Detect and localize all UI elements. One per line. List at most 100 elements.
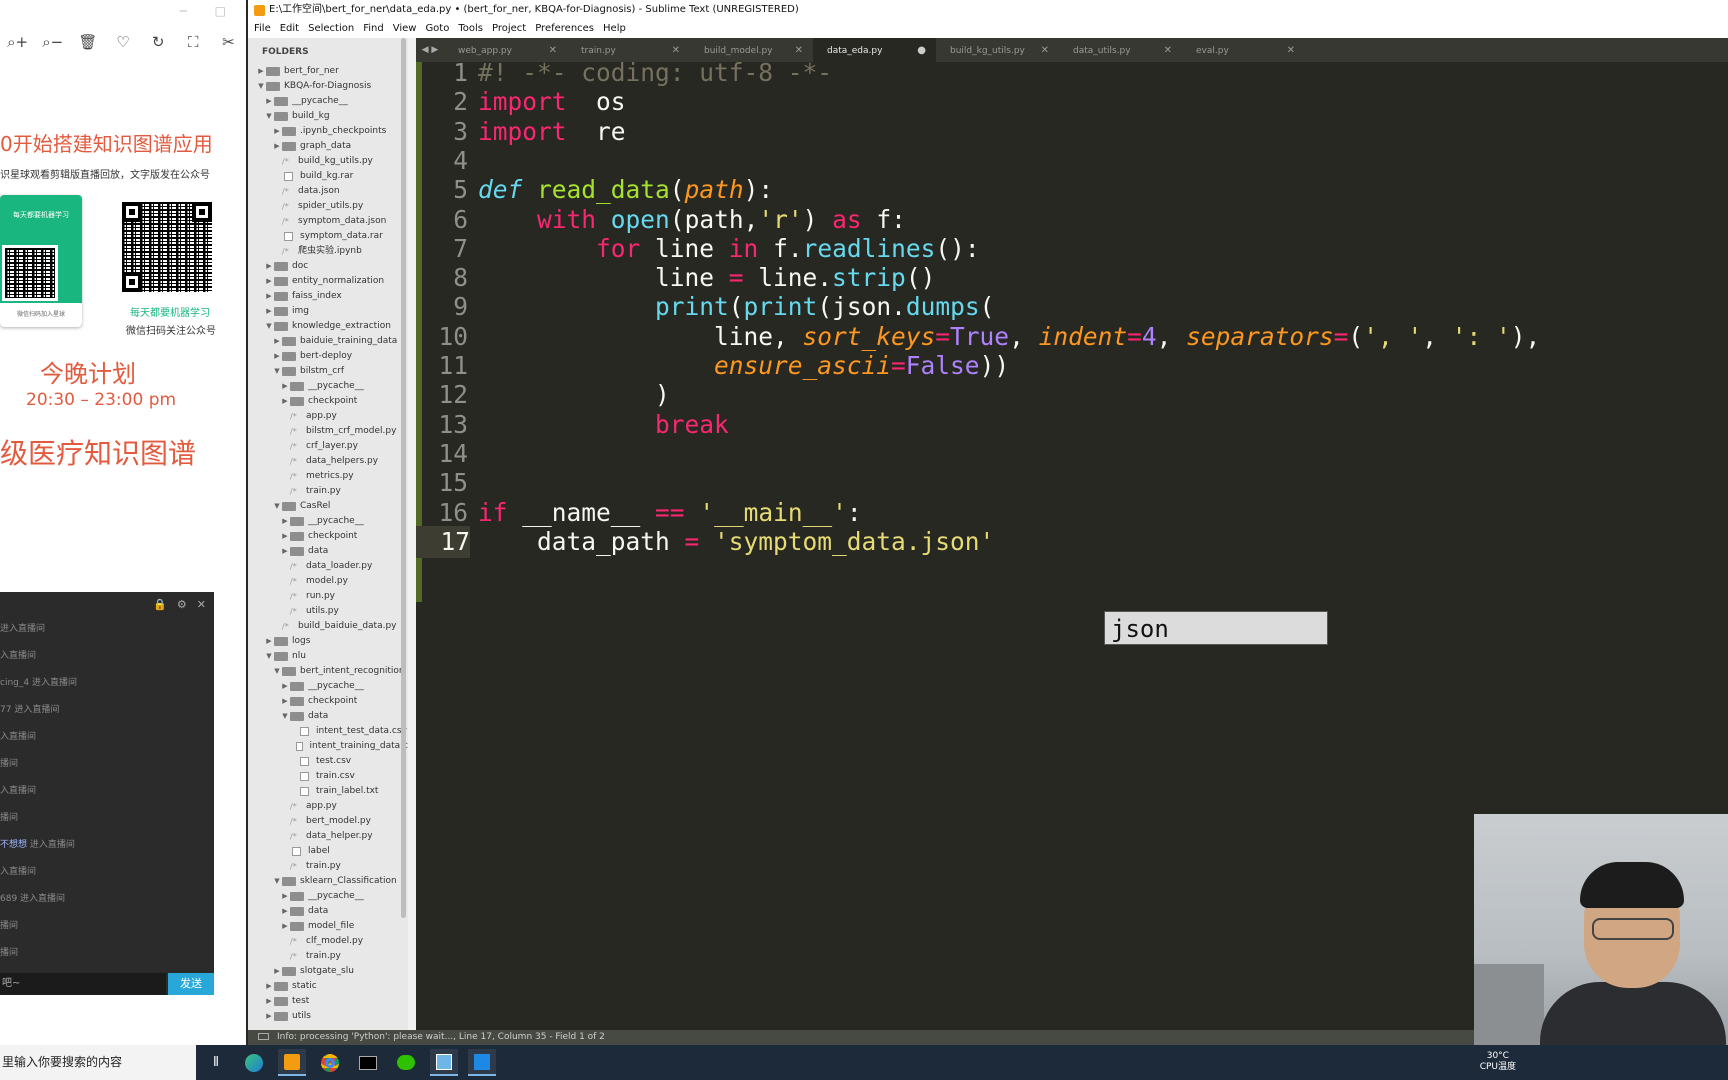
tree-file[interactable]: /* train.py <box>248 484 408 499</box>
task-view-icon[interactable]: ⫴ <box>202 1049 230 1076</box>
tree-file[interactable]: /* app.py <box>248 409 408 424</box>
tree-file[interactable]: /* metrics.py <box>248 469 408 484</box>
code-line[interactable]: 10 line, sort_keys=True, indent=4, separ… <box>416 321 1728 353</box>
chevron-right-icon[interactable]: ▶ <box>280 379 290 394</box>
tree-file[interactable]: test.csv <box>248 754 408 769</box>
terminal-icon[interactable] <box>354 1049 382 1076</box>
chevron-right-icon[interactable]: ▶ <box>272 964 282 979</box>
tree-folder[interactable]: ▶ checkpoint <box>248 694 408 709</box>
tree-folder[interactable]: ▶ bert-deploy <box>248 349 408 364</box>
chevron-right-icon[interactable]: ▶ <box>264 994 274 1009</box>
code-line[interactable]: 14 <box>416 438 1728 470</box>
sublime-text-taskbar-icon[interactable] <box>278 1049 306 1076</box>
menu-edit[interactable]: Edit <box>280 20 299 38</box>
code-line[interactable]: 1 #! -*- coding: utf-8 -*- <box>416 57 1728 89</box>
chevron-right-icon[interactable]: ▶ <box>264 259 274 274</box>
delete-icon[interactable]: 🗑 <box>70 33 105 51</box>
code-line[interactable]: 9 print(print(json.dumps( <box>416 291 1728 323</box>
tree-folder[interactable]: ▶ .ipynb_checkpoints <box>248 124 408 139</box>
chevron-right-icon[interactable]: ▶ <box>280 679 290 694</box>
tree-folder[interactable]: ▶ baiduie_training_data <box>248 334 408 349</box>
tree-file[interactable]: /* data_helper.py <box>248 829 408 844</box>
tree-file[interactable]: /* data_helpers.py <box>248 454 408 469</box>
panel-switcher-icon[interactable] <box>258 1033 269 1040</box>
tree-file[interactable]: build_kg.rar <box>248 169 408 184</box>
chevron-right-icon[interactable]: ▶ <box>280 919 290 934</box>
tree-file[interactable]: /* 爬虫实验.ipynb <box>248 244 408 259</box>
code-line[interactable]: 7 for line in f.readlines(): <box>416 233 1728 265</box>
close-icon[interactable]: ✕ <box>197 598 206 611</box>
tree-file[interactable]: /* train.py <box>248 859 408 874</box>
sidebar-scrollbar[interactable] <box>401 38 406 918</box>
tree-folder[interactable]: ▶ utils <box>248 1009 408 1024</box>
code-line[interactable]: 4 <box>416 145 1728 177</box>
tree-file[interactable]: /* bert_model.py <box>248 814 408 829</box>
tree-folder[interactable]: ▶ checkpoint <box>248 529 408 544</box>
tree-folder[interactable]: ▶ checkpoint <box>248 394 408 409</box>
tree-folder[interactable]: ▼ data <box>248 709 408 724</box>
tree-file[interactable]: intent_training_data.c <box>248 739 408 754</box>
tree-folder[interactable]: ▶ logs <box>248 634 408 649</box>
tree-folder[interactable]: ▼ sklearn_Classification <box>248 874 408 889</box>
chevron-down-icon[interactable]: ▼ <box>272 499 282 514</box>
chevron-right-icon[interactable]: ▶ <box>272 334 282 349</box>
tree-folder[interactable]: ▶ graph_data <box>248 139 408 154</box>
wechat-icon[interactable] <box>392 1049 420 1076</box>
code-line[interactable]: 2 import os <box>416 86 1728 118</box>
chevron-right-icon[interactable]: ▶ <box>264 94 274 109</box>
gear-icon[interactable]: ⚙ <box>177 598 187 611</box>
tree-folder[interactable]: ▶ bert_for_ner <box>248 64 408 79</box>
chat-input[interactable]: 吧~ <box>0 973 166 995</box>
tree-file[interactable]: /* model.py <box>248 574 408 589</box>
tree-folder[interactable]: ▼ knowledge_extraction <box>248 319 408 334</box>
zoom-out-icon[interactable]: ⌕− <box>35 33 70 51</box>
tree-file[interactable]: /* symptom_data.json <box>248 214 408 229</box>
chevron-right-icon[interactable]: ▶ <box>280 394 290 409</box>
chevron-right-icon[interactable]: ▶ <box>280 904 290 919</box>
chevron-right-icon[interactable]: ▶ <box>264 304 274 319</box>
menu-tools[interactable]: Tools <box>458 20 483 38</box>
chevron-right-icon[interactable]: ▶ <box>264 289 274 304</box>
code-line[interactable]: 15 <box>416 467 1728 499</box>
code-line[interactable]: 11 ensure_ascii=False)) <box>416 350 1728 382</box>
tree-folder[interactable]: ▶ faiss_index <box>248 289 408 304</box>
tree-folder[interactable]: ▶ entity_normalization <box>248 274 408 289</box>
code-line[interactable]: 16 if __name__ == '__main__': <box>416 497 1728 529</box>
tree-folder[interactable]: ▼ bilstm_crf <box>248 364 408 379</box>
taskbar-search-input[interactable]: 里输入你要搜索的内容 <box>0 1045 196 1080</box>
code-line[interactable]: 13 break <box>416 409 1728 441</box>
chevron-down-icon[interactable]: ▼ <box>256 79 266 94</box>
tree-folder[interactable]: ▼ nlu <box>248 649 408 664</box>
tree-folder[interactable]: ▶ static <box>248 979 408 994</box>
chat-nickname[interactable]: cing_4 <box>0 678 29 688</box>
code-line[interactable]: 8 line = line.strip() <box>416 262 1728 294</box>
chevron-right-icon[interactable]: ▶ <box>264 634 274 649</box>
tree-folder[interactable]: ▶ doc <box>248 259 408 274</box>
tree-folder[interactable]: ▶ img <box>248 304 408 319</box>
send-button[interactable]: 发送 <box>168 973 214 995</box>
tree-folder[interactable]: ▶ __pycache__ <box>248 679 408 694</box>
tree-folder[interactable]: ▶ slotgate_slu <box>248 964 408 979</box>
chevron-right-icon[interactable]: ▶ <box>280 694 290 709</box>
tree-folder[interactable]: ▶ data <box>248 904 408 919</box>
chevron-right-icon[interactable]: ▶ <box>264 274 274 289</box>
rotate-icon[interactable]: ↻ <box>141 33 176 51</box>
tree-file[interactable]: symptom_data.rar <box>248 229 408 244</box>
tree-file[interactable]: /* spider_utils.py <box>248 199 408 214</box>
menu-goto[interactable]: Goto <box>425 20 449 38</box>
tree-file[interactable]: /* app.py <box>248 799 408 814</box>
chevron-right-icon[interactable]: ▶ <box>264 1009 274 1024</box>
code-line[interactable]: 17 data_path = 'symptom_data.json' <box>416 525 1728 558</box>
chevron-right-icon[interactable]: ▶ <box>264 979 274 994</box>
edit-icon[interactable]: ✂ <box>211 33 246 51</box>
tree-file[interactable]: /* build_kg_utils.py <box>248 154 408 169</box>
chevron-right-icon[interactable]: ▶ <box>280 889 290 904</box>
tree-file[interactable]: /* build_baiduie_data.py <box>248 619 408 634</box>
tree-file[interactable]: intent_test_data.csv <box>248 724 408 739</box>
tree-file[interactable]: train_label.txt <box>248 784 408 799</box>
favorite-icon[interactable]: ♡ <box>105 33 140 51</box>
tree-folder[interactable]: ▶ model_file <box>248 919 408 934</box>
lock-icon[interactable]: 🔒 <box>153 598 167 611</box>
tree-folder[interactable]: ▶ __pycache__ <box>248 94 408 109</box>
tree-file[interactable]: /* data_loader.py <box>248 559 408 574</box>
